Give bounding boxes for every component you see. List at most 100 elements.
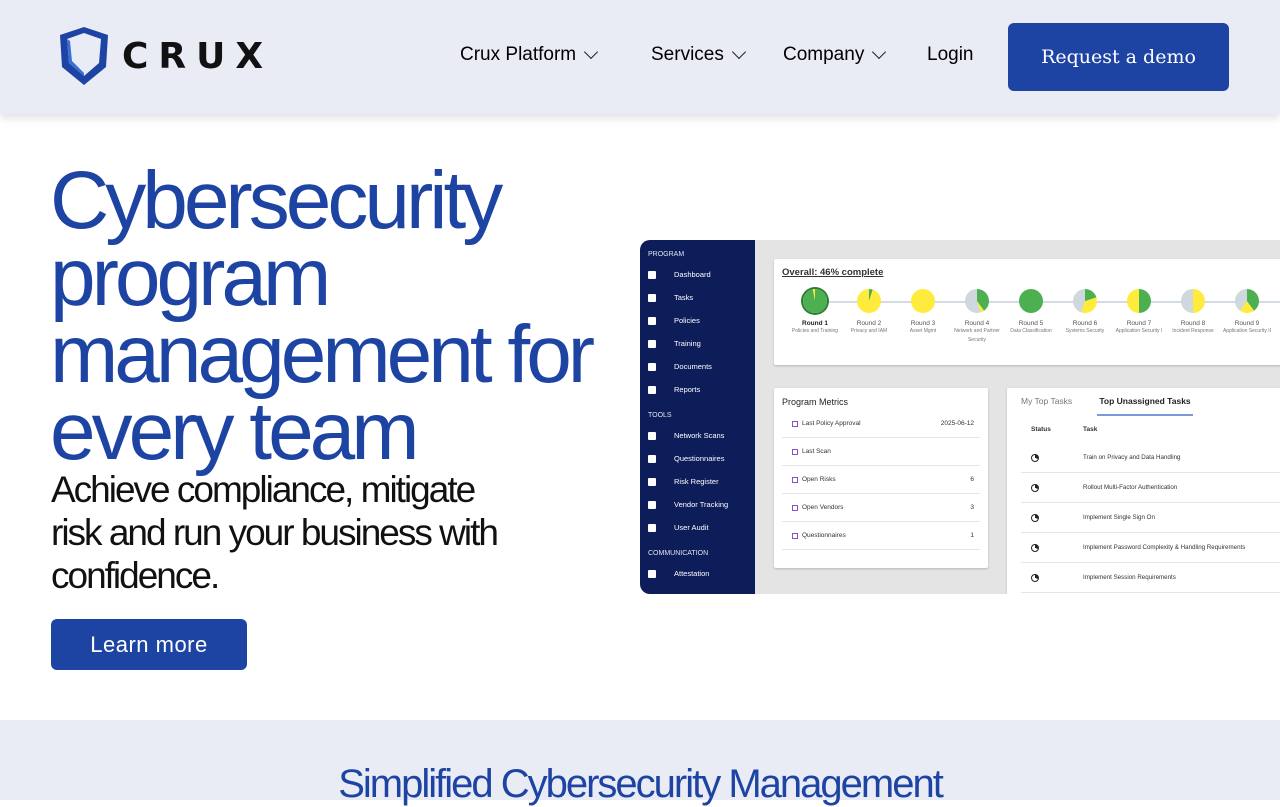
- round-name: Round 3: [910, 320, 936, 327]
- round-item: Round 1 Policies and Training: [788, 289, 842, 336]
- round-name: Round 7: [1126, 320, 1152, 327]
- crux-logo[interactable]: CRUX: [56, 25, 273, 87]
- metric-row[interactable]: Questionnaires 1: [782, 522, 980, 550]
- tab-my-top-tasks[interactable]: My Top Tasks: [1021, 396, 1072, 406]
- dashboard-screenshot: PROGRAM Dashboard Tasks Policies Training Doc…: [640, 240, 1280, 594]
- round-description: Policies and Training: [791, 328, 839, 334]
- program-metrics-card: Program Metrics Last Policy Approval 2025…: [774, 388, 988, 568]
- sidebar-item[interactable]: Attestation: [648, 569, 709, 578]
- features-section: Simplified Cybersecurity Management: [0, 720, 1280, 806]
- nav-label: Crux Platform: [460, 44, 577, 65]
- tab-top-unassigned-tasks[interactable]: Top Unassigned Tasks: [1097, 396, 1193, 416]
- sidebar-item-icon: [648, 385, 656, 394]
- metric-row[interactable]: Open Vendors 3: [782, 494, 980, 522]
- sidebar-section-label: TOOLS: [648, 412, 672, 419]
- sidebar-item[interactable]: Vendor Tracking: [648, 500, 728, 509]
- sidebar-item-icon: [648, 316, 656, 325]
- metric-label: Open Vendors: [802, 504, 844, 511]
- sidebar-item-label: Documents: [674, 362, 712, 371]
- round-item: Round 2 Privacy and IAM: [842, 289, 896, 336]
- sidebar-item[interactable]: User Audit: [648, 523, 709, 532]
- round-item: Round 6 Systems Security: [1058, 289, 1112, 336]
- task-row[interactable]: Train on Privacy and Data Handling: [1021, 443, 1280, 473]
- nav-login[interactable]: Login: [927, 44, 974, 66]
- round-description: Incident Response: [1172, 328, 1214, 334]
- metric-row[interactable]: Open Risks 6: [782, 466, 980, 494]
- column-status: Status: [1031, 426, 1051, 433]
- nav-company[interactable]: Company: [783, 44, 887, 66]
- nav-label: Login: [927, 44, 974, 65]
- round-description: Systems Security: [1065, 328, 1105, 334]
- sidebar-item[interactable]: Risk Register: [648, 477, 719, 486]
- status-icon: [1031, 513, 1039, 522]
- status-icon: [1031, 543, 1039, 552]
- sidebar-item-label: Policies: [674, 316, 700, 325]
- chevron-down-icon: [872, 44, 887, 60]
- nav-crux-platform[interactable]: Crux Platform: [460, 44, 599, 66]
- sidebar-item-icon: [648, 523, 656, 532]
- sidebar-item[interactable]: Policies: [648, 316, 700, 325]
- round-description: Application Security II: [1222, 328, 1272, 334]
- round-description: Application Security I: [1115, 328, 1163, 334]
- sidebar-item-label: Training: [674, 339, 701, 348]
- nav-services[interactable]: Services: [651, 44, 746, 66]
- metrics-title: Program Metrics: [782, 397, 849, 407]
- status-icon: [1031, 453, 1039, 462]
- sidebar-item[interactable]: Network Scans: [648, 431, 724, 440]
- round-progress-pie: [1181, 289, 1205, 313]
- sidebar-item-label: Reports: [674, 385, 701, 394]
- task-name: Train on Privacy and Data Handling: [1083, 454, 1181, 461]
- sidebar-item-icon: [648, 270, 656, 279]
- round-name: Round 9: [1234, 320, 1260, 327]
- sidebar-item-label: Questionnaires: [674, 454, 725, 463]
- task-name: Rollout Multi-Factor Authentication: [1083, 484, 1178, 491]
- external-link-icon: [792, 532, 798, 539]
- sidebar-item-label: Dashboard: [674, 270, 711, 279]
- round-name: Round 6: [1072, 320, 1098, 327]
- metric-row[interactable]: Last Scan: [782, 438, 980, 466]
- logo-text: CRUX: [122, 35, 274, 77]
- hero-subtitle: Achieve compliance, mitigate risk and ru…: [51, 469, 499, 596]
- sidebar-item[interactable]: Training: [648, 339, 701, 348]
- sidebar-item-icon: [648, 454, 656, 463]
- sidebar-item[interactable]: Documents: [648, 362, 712, 371]
- status-icon: [1031, 483, 1039, 492]
- task-name: Implement Password Complexity & Handling…: [1083, 544, 1246, 551]
- external-link-icon: [792, 476, 798, 483]
- task-row[interactable]: Rollout Multi-Factor Authentication: [1021, 473, 1280, 503]
- metric-label: Open Risks: [802, 476, 836, 483]
- metric-row[interactable]: Last Policy Approval 2025-06-12: [782, 410, 980, 438]
- request-demo-button[interactable]: Request a demo: [1008, 23, 1229, 91]
- metric-value: 3: [970, 504, 974, 511]
- sidebar-item-icon: [648, 477, 656, 486]
- round-progress-pie: [1127, 289, 1151, 313]
- sidebar-item[interactable]: Reports: [648, 385, 700, 394]
- round-item: Round 3 Asset Mgmt: [896, 289, 950, 336]
- sidebar-section-label: PROGRAM: [648, 251, 685, 258]
- round-name: Round 2: [856, 320, 882, 327]
- round-item: Round 8 Incident Response: [1166, 289, 1220, 336]
- chevron-down-icon: [731, 44, 746, 60]
- sidebar-item-icon: [648, 500, 656, 509]
- round-progress-pie: [965, 289, 989, 313]
- task-name: Implement Session Requirements: [1083, 574, 1176, 581]
- learn-more-button[interactable]: Learn more: [51, 619, 247, 670]
- tasks-card: My Top Tasks Top Unassigned Tasks Status…: [1007, 388, 1280, 594]
- sidebar-item-label: Vendor Tracking: [674, 500, 729, 509]
- sidebar-item-icon: [648, 431, 656, 440]
- metric-value: 2025-06-12: [940, 420, 974, 427]
- round-description: Privacy and IAM: [850, 328, 888, 334]
- round-item: Round 7 Application Security I: [1112, 289, 1166, 336]
- sidebar-item[interactable]: Questionnaires: [648, 454, 724, 463]
- sidebar-item[interactable]: Tasks: [648, 293, 693, 302]
- round-item: Round 9 Application Security II: [1220, 289, 1274, 336]
- external-link-icon: [792, 448, 798, 455]
- task-row[interactable]: Implement Single Sign On: [1021, 503, 1280, 533]
- sidebar-item[interactable]: Dashboard: [648, 270, 711, 279]
- task-row[interactable]: Implement Password Complexity & Handling…: [1021, 533, 1280, 563]
- metric-value: 6: [970, 476, 974, 483]
- round-progress-pie: [1019, 289, 1043, 313]
- task-row[interactable]: Implement Session Requirements: [1021, 563, 1280, 593]
- sidebar-item-icon: [648, 293, 656, 302]
- nav-label: Company: [783, 44, 865, 65]
